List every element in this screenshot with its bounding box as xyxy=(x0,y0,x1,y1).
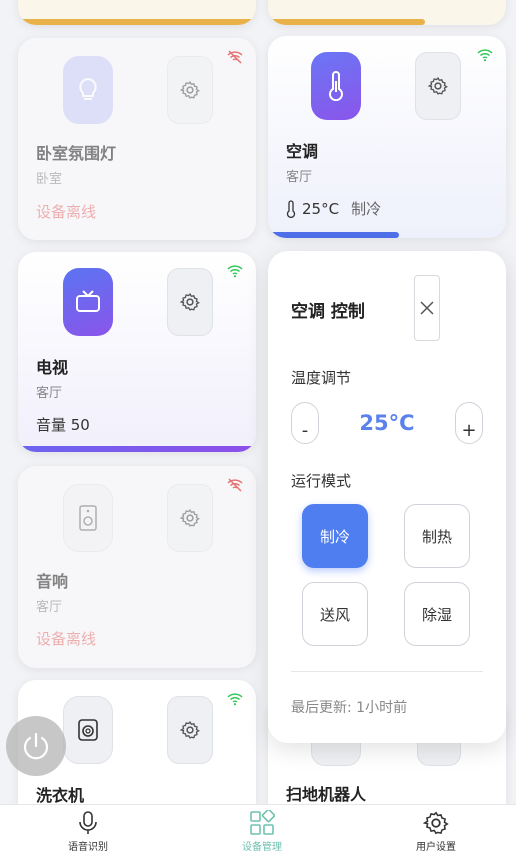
nav-devices[interactable]: 设备管理 xyxy=(176,805,348,855)
speaker-icon xyxy=(63,484,113,552)
device-name: 电视 xyxy=(36,358,69,377)
device-room: 客厅 xyxy=(286,170,313,185)
device-card-ac[interactable]: 空调 客厅 25°C 制冷 xyxy=(268,36,506,238)
mode-heat-button[interactable]: 制热 xyxy=(404,504,470,568)
device-name: 音响 xyxy=(36,572,69,591)
microphone-icon xyxy=(79,811,97,834)
device-card-bedroom-light[interactable]: 卧室氛围灯 卧室 设备离线 xyxy=(18,38,256,240)
nav-settings-label: 用户设置 xyxy=(416,842,456,853)
last-update-text: 最后更新: 1小时前 xyxy=(291,700,408,716)
gear-icon xyxy=(180,292,200,311)
ac-control-panel: 空调 控制 温度调节 - 25°C + 运行模式 制冷 制热 送风 除湿 最后更… xyxy=(268,251,506,743)
bottom-nav: 语音识别 设备管理 用户设置 xyxy=(0,804,516,855)
gear-icon xyxy=(180,508,200,527)
temp-increase-button[interactable]: + xyxy=(455,402,483,444)
mode-dry-button[interactable]: 除湿 xyxy=(404,582,470,646)
settings-button[interactable] xyxy=(167,56,213,124)
progress-bar xyxy=(268,19,426,25)
ac-mode: 制冷 xyxy=(351,200,382,218)
wifi-icon xyxy=(227,693,243,706)
gear-icon xyxy=(180,720,200,739)
wifi-icon xyxy=(477,49,493,62)
device-room: 卧室 xyxy=(36,172,63,187)
device-card-speaker[interactable]: 音响 客厅 设备离线 xyxy=(18,466,256,668)
temp-section-label: 温度调节 xyxy=(291,369,352,387)
wifi-off-icon xyxy=(227,50,243,64)
settings-button[interactable] xyxy=(415,52,461,120)
device-card-top-left[interactable] xyxy=(18,0,256,25)
progress-bar xyxy=(268,232,399,238)
power-button[interactable] xyxy=(6,716,66,776)
device-status: 设备离线 xyxy=(36,203,97,221)
nav-voice[interactable]: 语音识别 xyxy=(2,805,174,855)
mode-section-label: 运行模式 xyxy=(291,472,352,490)
device-name: 扫地机器人 xyxy=(286,785,367,804)
wifi-icon xyxy=(227,265,243,278)
close-icon xyxy=(420,301,434,315)
gear-icon xyxy=(180,80,200,99)
ac-temp: 25°C xyxy=(302,199,340,218)
thermometer-small-icon xyxy=(286,199,296,218)
progress-bar xyxy=(18,446,256,452)
device-card-tv[interactable]: 电视 客厅 音量 50 xyxy=(18,252,256,452)
divider xyxy=(291,671,483,672)
bulb-icon xyxy=(63,56,113,124)
panel-title: 空调 控制 xyxy=(291,302,365,322)
nav-settings[interactable]: 用户设置 xyxy=(350,805,516,855)
gear-icon xyxy=(423,811,449,835)
wifi-off-icon xyxy=(227,478,243,492)
device-status: 设备离线 xyxy=(36,630,97,648)
close-button[interactable] xyxy=(414,275,440,341)
device-name: 空调 xyxy=(286,142,319,161)
device-room: 客厅 xyxy=(36,386,63,401)
settings-button[interactable] xyxy=(167,484,213,552)
mode-fan-button[interactable]: 送风 xyxy=(302,582,368,646)
temp-decrease-button[interactable]: - xyxy=(291,402,319,444)
device-room: 客厅 xyxy=(36,600,63,615)
settings-button[interactable] xyxy=(167,268,213,336)
device-card-top-right[interactable] xyxy=(268,0,506,25)
washer-icon xyxy=(63,696,113,764)
device-name: 洗衣机 xyxy=(36,786,85,805)
mode-cool-button[interactable]: 制冷 xyxy=(302,504,368,568)
device-status: 音量 50 xyxy=(36,416,90,434)
progress-bar xyxy=(18,19,256,25)
nav-devices-label: 设备管理 xyxy=(242,842,282,853)
nav-voice-label: 语音识别 xyxy=(68,842,108,853)
settings-button[interactable] xyxy=(167,696,213,764)
temp-value: 25°C xyxy=(359,411,415,435)
tv-icon xyxy=(63,268,113,336)
grid-icon xyxy=(250,810,275,835)
gear-icon xyxy=(428,76,448,95)
device-name: 卧室氛围灯 xyxy=(36,144,117,163)
thermometer-icon xyxy=(311,52,361,120)
power-icon xyxy=(23,732,49,760)
